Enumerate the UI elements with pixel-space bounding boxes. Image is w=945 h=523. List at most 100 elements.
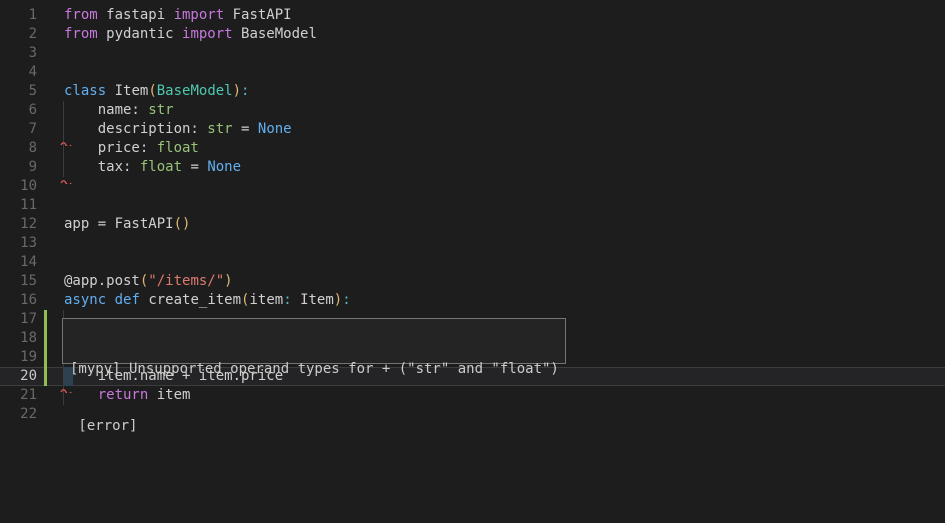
line-number: 20: [0, 367, 40, 386]
line-number: 1: [0, 6, 40, 25]
code-token: :: [283, 292, 291, 308]
line-number: 9: [0, 158, 40, 177]
code-line[interactable]: 3: [0, 44, 945, 63]
code-token: :: [342, 292, 350, 308]
tooltip-severity: [error]: [70, 417, 565, 436]
code-token: :: [241, 83, 249, 99]
code-token: import: [182, 26, 233, 42]
error-squiggle-icon: [60, 133, 73, 139]
gutter-sign-column: [40, 196, 64, 215]
code-token: def: [115, 292, 140, 308]
gutter-sign-column: [40, 63, 64, 82]
code-token: =: [233, 121, 258, 137]
gutter-sign-column: [40, 44, 64, 63]
line-number: 18: [0, 329, 40, 348]
code-line[interactable]: 8 price: float: [0, 139, 945, 158]
line-number: 12: [0, 215, 40, 234]
code-token: description:: [64, 121, 207, 137]
code-token: tax:: [64, 159, 140, 175]
code-line[interactable]: 16 async def create_item(item: Item):: [0, 291, 945, 310]
code-text: class Item(BaseModel):: [64, 82, 249, 101]
gutter-sign-column: [40, 101, 64, 120]
code-token: FastAPI: [224, 7, 291, 23]
tooltip-message: [mypy] Unsupported operand types for + (…: [70, 360, 565, 379]
gutter-sign-column: [40, 253, 64, 272]
git-added-indicator: [44, 310, 47, 386]
code-text: description: str = None: [64, 120, 292, 139]
code-text: tax: float = None: [64, 158, 241, 177]
code-text: async def create_item(item: Item):: [64, 291, 351, 310]
gutter-sign-column: [40, 405, 64, 424]
code-token: fastapi: [98, 7, 174, 23]
code-token: str: [148, 102, 173, 118]
code-token: [106, 292, 114, 308]
code-line[interactable]: 7 description: str = None: [0, 120, 945, 139]
code-token: from: [64, 26, 98, 42]
code-token: price:: [64, 140, 157, 156]
code-text: @app.post("/items/"): [64, 272, 233, 291]
code-token: create_item: [140, 292, 241, 308]
line-number: 7: [0, 120, 40, 139]
code-line[interactable]: 6 name: str: [0, 101, 945, 120]
code-line[interactable]: 13: [0, 234, 945, 253]
gutter-sign-column: [40, 82, 64, 101]
line-number: 19: [0, 348, 40, 367]
code-token: ): [233, 83, 241, 99]
line-number: 13: [0, 234, 40, 253]
code-line[interactable]: 2from pydantic import BaseModel: [0, 25, 945, 44]
code-token: name:: [64, 102, 148, 118]
code-line[interactable]: 11: [0, 196, 945, 215]
line-number: 6: [0, 101, 40, 120]
code-line[interactable]: 5 class Item(BaseModel):: [0, 82, 945, 101]
line-number: 14: [0, 253, 40, 272]
line-number: 22: [0, 405, 40, 424]
code-token: float: [157, 140, 199, 156]
gutter-sign-column: [40, 6, 64, 25]
line-number: 8: [0, 139, 40, 158]
code-token: BaseModel: [233, 26, 317, 42]
code-token: float: [140, 159, 182, 175]
code-token: from: [64, 7, 98, 23]
error-squiggle-icon: [60, 171, 73, 177]
code-text: price: float: [64, 139, 199, 158]
code-token: "/items/": [148, 273, 224, 289]
gutter-sign-column: [40, 215, 64, 234]
code-token: =: [182, 159, 207, 175]
code-token: Item: [106, 83, 148, 99]
code-token: None: [207, 159, 241, 175]
line-number: 16: [0, 291, 40, 310]
line-number: 5: [0, 82, 40, 101]
line-number: 3: [0, 44, 40, 63]
gutter-sign-column: [40, 272, 64, 291]
code-token: str: [207, 121, 232, 137]
line-number: 11: [0, 196, 40, 215]
code-token: ): [334, 292, 342, 308]
gutter-sign-column: [40, 25, 64, 44]
diagnostic-tooltip: [mypy] Unsupported operand types for + (…: [62, 318, 566, 364]
code-token: async: [64, 292, 106, 308]
code-editor[interactable]: 1from fastapi import FastAPI2from pydant…: [0, 0, 945, 523]
code-line[interactable]: 14: [0, 253, 945, 272]
code-line[interactable]: 12 app = FastAPI(): [0, 215, 945, 234]
code-token: (: [148, 83, 156, 99]
code-token: ): [224, 273, 232, 289]
line-number: 15: [0, 272, 40, 291]
code-text: from fastapi import FastAPI: [64, 6, 292, 25]
code-token: (: [174, 216, 182, 232]
code-token: None: [258, 121, 292, 137]
code-token: @app.post: [64, 273, 140, 289]
line-number: 4: [0, 63, 40, 82]
code-token: pydantic: [98, 26, 182, 42]
code-line[interactable]: 9 tax: float = None: [0, 158, 945, 177]
code-token: app = FastAPI: [64, 216, 174, 232]
line-number: 17: [0, 310, 40, 329]
code-text: from pydantic import BaseModel: [64, 25, 317, 44]
code-token: item: [249, 292, 283, 308]
code-token: ): [182, 216, 190, 232]
code-token: class: [64, 83, 106, 99]
code-line[interactable]: 1 from fastapi import FastAPI: [0, 6, 945, 25]
code-token: BaseModel: [157, 83, 233, 99]
code-line[interactable]: 15 @app.post("/items/"): [0, 272, 945, 291]
code-line[interactable]: 4: [0, 63, 945, 82]
code-line[interactable]: 10: [0, 177, 945, 196]
